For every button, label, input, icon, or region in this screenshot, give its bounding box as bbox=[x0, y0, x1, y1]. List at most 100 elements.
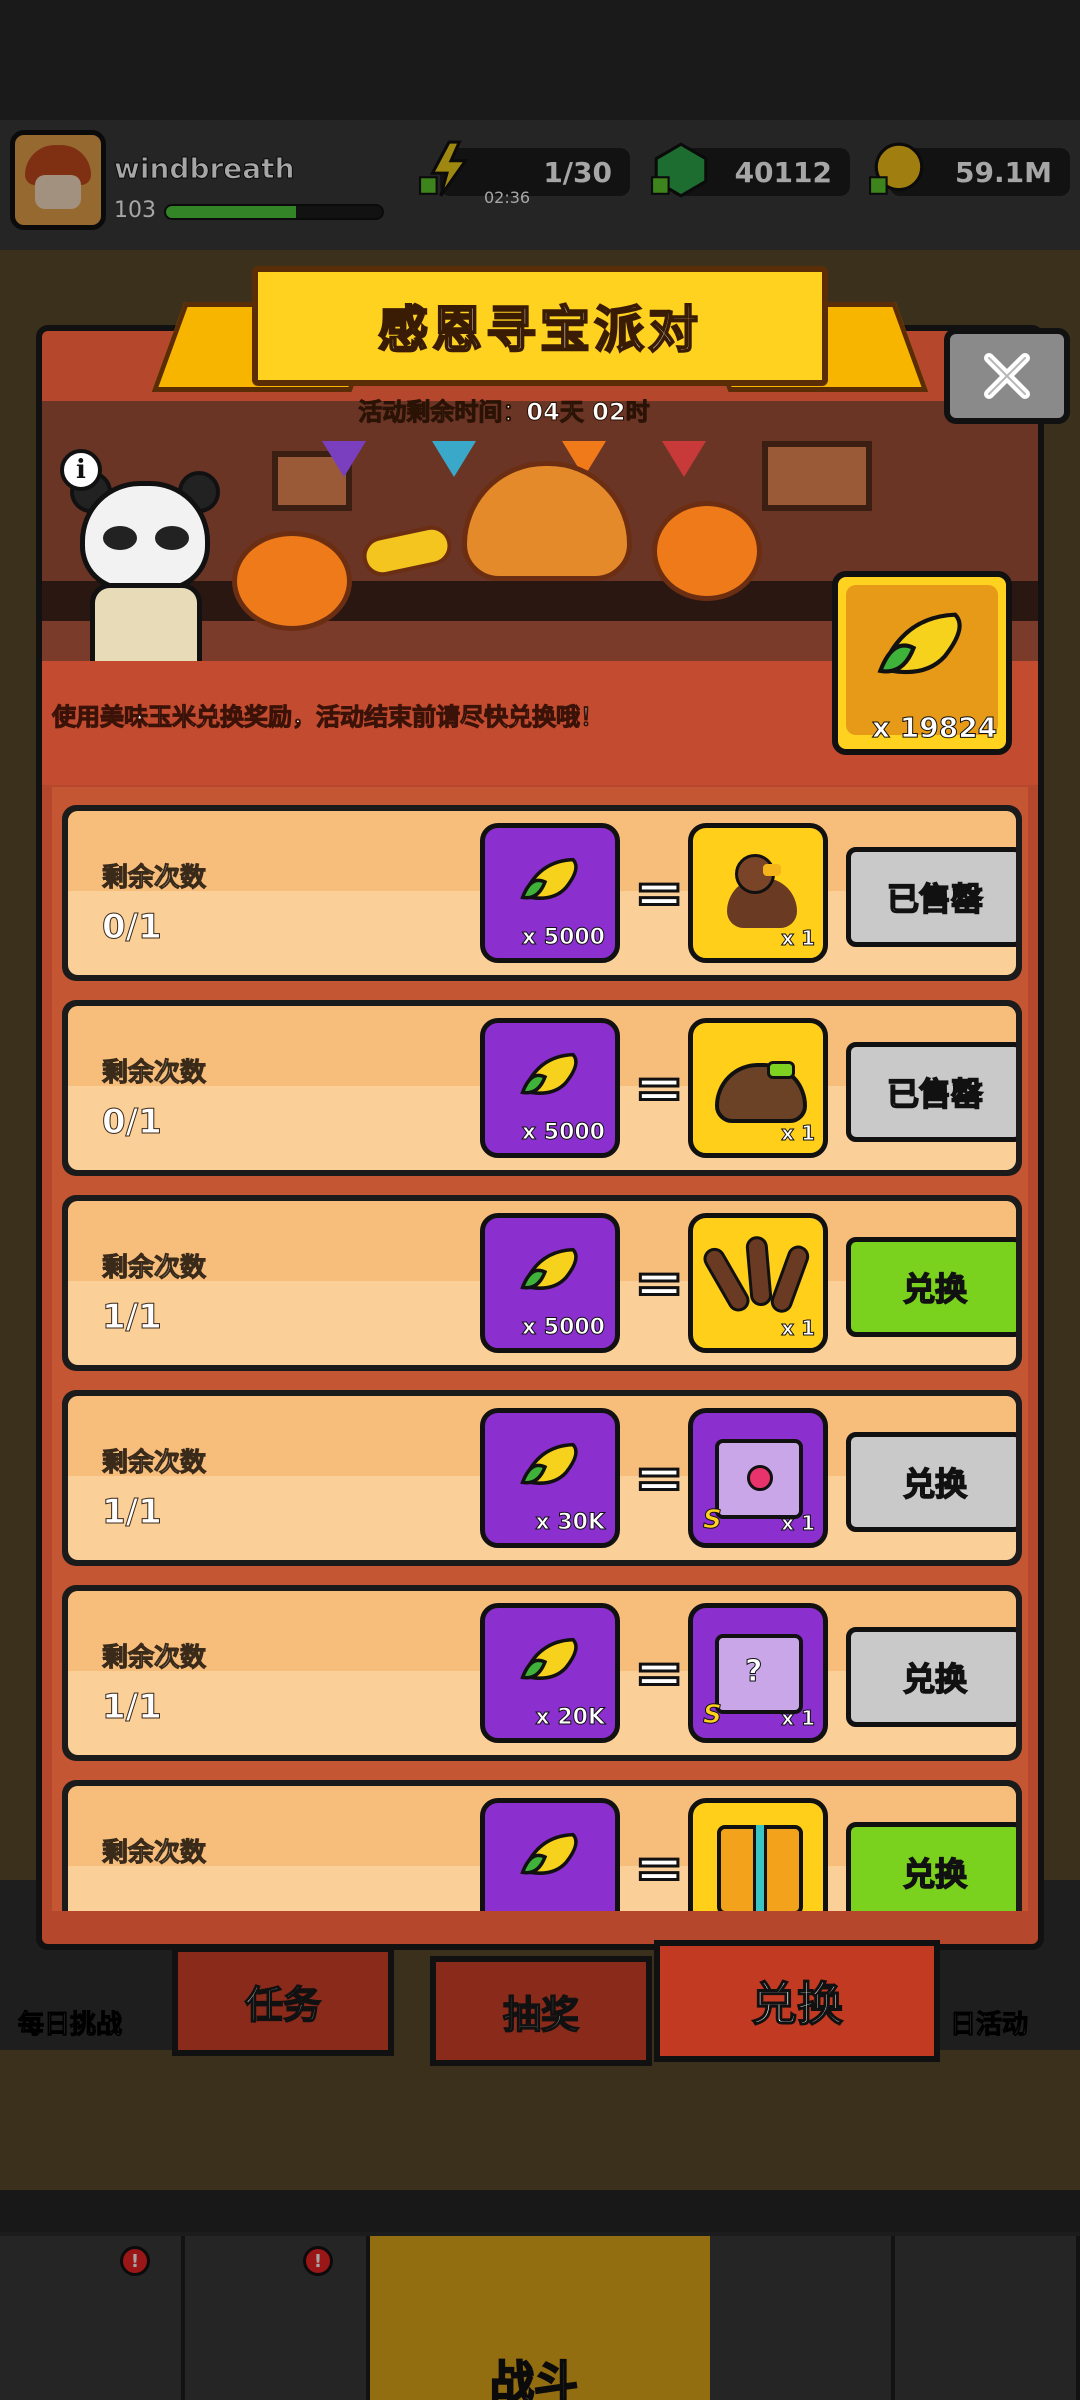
remaining-count: 1/1 bbox=[102, 1297, 163, 1338]
nav-evolve[interactable] bbox=[895, 2236, 1080, 2400]
exchange-row: 剩余次数 = 兑换 bbox=[62, 1780, 1022, 1911]
reward-item[interactable] bbox=[688, 1798, 828, 1911]
energy-timer: 02:36 bbox=[484, 188, 531, 207]
reward-item[interactable]: x 1 bbox=[688, 823, 828, 963]
exchange-list[interactable]: 剩余次数 0/1 x 5000 = x 1 已售罄 剩余次数 0/1 x 5000 = x 1 已售罄… bbox=[52, 787, 1028, 1911]
equals-sign: = bbox=[632, 1833, 685, 1903]
game-screen: windbreath 103 1/30 02:36 40112 59.1M 每日… bbox=[0, 0, 1080, 2400]
player-avatar[interactable] bbox=[10, 130, 106, 230]
cost-item: x 5000 bbox=[480, 1213, 620, 1353]
wall-frame bbox=[762, 441, 872, 511]
exchange-card: 剩余次数 0/1 x 5000 = x 1 已售罄 bbox=[68, 811, 1016, 975]
hat-bow bbox=[767, 1061, 795, 1079]
turkey-beak bbox=[763, 864, 781, 876]
remaining-label: 剩余次数 bbox=[101, 1058, 207, 1089]
remaining-count: 0/1 bbox=[102, 1102, 163, 1143]
exchange-button[interactable]: 兑换 bbox=[846, 1627, 1016, 1727]
battle-label: 战斗 bbox=[489, 2356, 579, 2400]
gems-value: 40112 bbox=[734, 155, 832, 189]
nav-shop[interactable]: ! bbox=[0, 2236, 185, 2400]
chest-lock bbox=[747, 1465, 773, 1491]
exchange-button[interactable]: 兑换 bbox=[846, 1432, 1016, 1532]
energy-icon bbox=[419, 140, 469, 197]
info-icon[interactable]: i bbox=[60, 449, 102, 491]
nav-talent[interactable] bbox=[710, 2236, 895, 2400]
panda-head bbox=[80, 481, 210, 591]
player-level: 103 bbox=[114, 198, 156, 223]
remaining-label: 剩余次数 bbox=[101, 1448, 207, 1479]
avatar-face bbox=[35, 175, 81, 209]
sold-out-button[interactable]: 已售罄 bbox=[846, 1042, 1016, 1142]
nav-equipment[interactable]: ! bbox=[185, 2236, 370, 2400]
feather bbox=[744, 1235, 773, 1307]
remaining-label: 剩余次数 bbox=[101, 863, 207, 894]
xp-bar bbox=[164, 204, 384, 220]
remaining-label: 剩余次数 bbox=[101, 1838, 207, 1869]
exchange-row: 剩余次数 0/1 x 5000 = x 1 已售罄 bbox=[62, 1000, 1022, 1176]
remaining-count: 1/1 bbox=[102, 1492, 163, 1533]
exchange-row: 剩余次数 1/1 x 20K =? Sx 1 兑换 bbox=[62, 1585, 1022, 1761]
exchange-button[interactable]: 兑换 bbox=[846, 1822, 1016, 1911]
cost-quantity: x 5000 bbox=[521, 1120, 605, 1146]
cost-item: x 30K bbox=[480, 1408, 620, 1548]
energy-value: 1/30 bbox=[543, 155, 612, 189]
panda-body bbox=[90, 583, 202, 673]
remaining-label: 剩余次数 bbox=[101, 1643, 207, 1674]
cost-quantity: x 30K bbox=[535, 1510, 606, 1536]
button-label: 兑换 bbox=[902, 1854, 968, 1894]
cost-item: x 5000 bbox=[480, 823, 620, 963]
corn-balance-value: x 19824 bbox=[871, 711, 998, 745]
event-timer: 活动剩余时间：04天 02时 bbox=[358, 398, 650, 427]
reward-item[interactable]: x 1 bbox=[688, 1018, 828, 1158]
tab-exchange[interactable]: 兑换 bbox=[654, 1940, 940, 2062]
close-button[interactable] bbox=[944, 328, 1070, 424]
tab-lottery[interactable]: 抽奖 bbox=[430, 1956, 652, 2066]
reward-item[interactable]: x 1 bbox=[688, 1213, 828, 1353]
button-label: 兑换 bbox=[902, 1269, 968, 1309]
reward-item[interactable]: ? Sx 1 bbox=[688, 1603, 828, 1743]
feather bbox=[767, 1242, 813, 1316]
button-label: 兑换 bbox=[902, 1464, 968, 1504]
cost-quantity: x 5000 bbox=[521, 1315, 605, 1341]
reward-item[interactable]: Sx 1 bbox=[688, 1408, 828, 1548]
cost-item bbox=[480, 1798, 620, 1911]
equals-sign: = bbox=[632, 1053, 685, 1123]
exchange-button[interactable]: 兑换 bbox=[846, 1237, 1016, 1337]
corn-icon bbox=[520, 857, 578, 900]
cost-item: x 5000 bbox=[480, 1018, 620, 1158]
corn-icon bbox=[520, 1442, 578, 1485]
bunting-flag bbox=[432, 441, 476, 477]
exchange-row: 剩余次数 0/1 x 5000 = x 1 已售罄 bbox=[62, 805, 1022, 981]
reward-quantity: x 1 bbox=[781, 1121, 816, 1146]
remaining-count: 1/1 bbox=[102, 1687, 163, 1728]
cost-quantity: x 20K bbox=[535, 1705, 606, 1731]
remaining-count: 0/1 bbox=[102, 907, 163, 948]
reward-quantity: x 1 bbox=[781, 1511, 816, 1536]
panda-eye bbox=[155, 526, 189, 550]
button-label: 兑换 bbox=[902, 1659, 968, 1699]
gold-value: 59.1M bbox=[955, 155, 1052, 189]
event-modal: i 使用美味玉米兑换奖励，活动结束前请尽快兑换哦！ x 19824 剩余次数 0/… bbox=[36, 325, 1044, 1950]
button-label: 已售罄 bbox=[886, 879, 984, 919]
close-icon bbox=[984, 353, 1030, 399]
gem-icon bbox=[651, 142, 708, 198]
coin-icon bbox=[869, 142, 924, 195]
exchange-card: 剩余次数 = 兑换 bbox=[68, 1786, 1016, 1911]
exchange-card: 剩余次数 1/1 x 20K =? Sx 1 兑换 bbox=[68, 1591, 1016, 1755]
equals-sign: = bbox=[632, 1248, 685, 1318]
reward-quantity: x 1 bbox=[781, 926, 816, 951]
chest-strap bbox=[753, 1825, 767, 1911]
panda-eye bbox=[103, 526, 137, 550]
cost-quantity: x 5000 bbox=[521, 925, 605, 951]
tab-tasks[interactable]: 任务 bbox=[172, 1946, 394, 2056]
sold-out-button[interactable]: 已售罄 bbox=[846, 847, 1016, 947]
button-label: 已售罄 bbox=[886, 1074, 984, 1114]
equals-sign: = bbox=[632, 1443, 685, 1513]
feather bbox=[699, 1243, 754, 1316]
bunting-flag bbox=[662, 441, 706, 477]
notification-dot-icon: ! bbox=[303, 2246, 333, 2276]
pumpkin-icon bbox=[652, 501, 762, 601]
xp-bar-fill bbox=[166, 206, 296, 218]
event-title: 感恩寻宝派对 bbox=[377, 300, 702, 360]
reward-quantity: x 1 bbox=[781, 1706, 816, 1731]
